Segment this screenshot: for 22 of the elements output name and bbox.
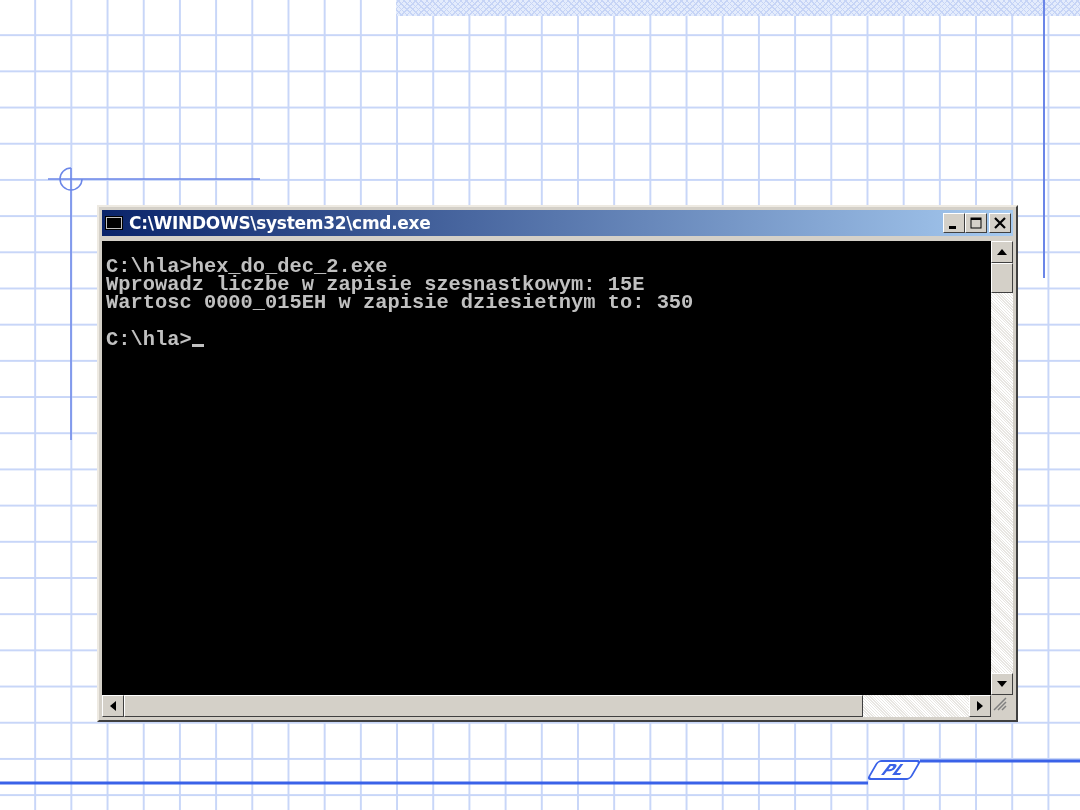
window-title: C:\WINDOWS\system32\cmd.exe (129, 213, 432, 233)
minimize-button[interactable] (943, 213, 965, 233)
down-arrow-icon (997, 681, 1007, 687)
right-arrow-icon (977, 701, 983, 711)
scroll-down-button[interactable] (991, 673, 1013, 695)
console-line: C:\hla> (106, 327, 192, 351)
close-button[interactable] (989, 213, 1011, 233)
scroll-right-button[interactable] (969, 695, 991, 717)
logo: PL (866, 760, 922, 780)
up-arrow-icon (997, 249, 1007, 255)
maximize-button[interactable] (965, 213, 987, 233)
left-arrow-icon (110, 701, 116, 711)
scroll-left-button[interactable] (102, 695, 124, 717)
horizontal-scrollbar[interactable] (102, 695, 991, 717)
maximize-icon (970, 217, 982, 229)
scroll-thumb[interactable] (991, 263, 1013, 293)
vertical-scrollbar[interactable] (991, 241, 1013, 695)
console-icon (105, 216, 123, 230)
minimize-icon (949, 226, 956, 229)
close-icon (994, 217, 1006, 229)
scroll-up-button[interactable] (991, 241, 1013, 263)
scroll-thumb[interactable] (124, 695, 863, 717)
